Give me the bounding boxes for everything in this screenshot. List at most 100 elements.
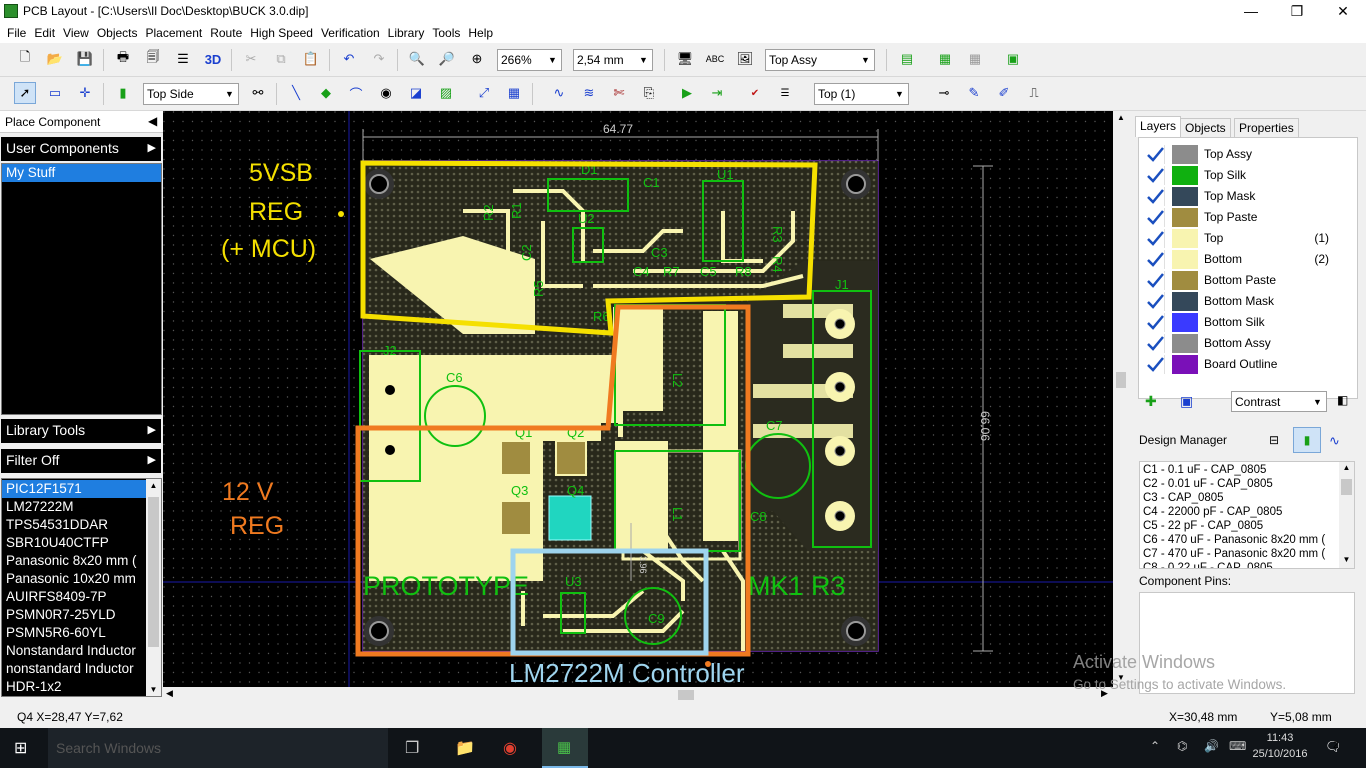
parts-scrollbar[interactable]: ▲ ▼ — [146, 479, 161, 696]
visibility-checkbox[interactable] — [1145, 229, 1165, 248]
list-item[interactable]: SBR10U40CTFP — [2, 534, 146, 552]
drc-check-icon[interactable]: ✔ — [744, 82, 766, 104]
layer-row[interactable]: Top Mask — [1141, 186, 1331, 207]
layer-row[interactable]: Top Paste — [1141, 207, 1331, 228]
layer-row[interactable]: Top Assy — [1141, 144, 1331, 165]
active-layer-select[interactable]: Top (1) ▼ — [814, 83, 909, 105]
menu-route[interactable]: Route — [206, 24, 246, 42]
smooth-icon[interactable]: ✐ — [993, 82, 1015, 104]
zoom-fit-icon[interactable]: ⊕ — [466, 48, 488, 70]
collapse-left-icon[interactable]: ◀ — [148, 114, 157, 128]
component-list-item[interactable]: C2 - 0.01 uF - CAP_0805 — [1143, 477, 1335, 491]
list-item[interactable]: PIC12F1571 — [2, 480, 146, 498]
layer-color-swatch[interactable] — [1172, 250, 1198, 269]
print-preview-icon[interactable]: 🗐 — [142, 48, 164, 70]
undo-icon[interactable]: ↶ — [338, 48, 360, 70]
menu-placement[interactable]: Placement — [142, 24, 207, 42]
scroll-down-icon[interactable]: ▼ — [146, 685, 161, 694]
layer-color-swatch[interactable] — [1172, 355, 1198, 374]
list-item[interactable]: HDR-1x2 — [2, 678, 146, 696]
list-item[interactable]: Panasonic 10x20 mm — [2, 570, 146, 588]
zoom-select[interactable]: 266% ▼ — [497, 49, 562, 71]
add-layer-icon[interactable]: ✚ — [1145, 393, 1157, 410]
menu-file[interactable]: File — [3, 24, 30, 42]
list-item[interactable]: PSMN5R6-60YL — [2, 624, 146, 642]
layer-color-swatch[interactable] — [1172, 229, 1198, 248]
component-list-item[interactable]: C3 - CAP_0805 — [1143, 491, 1335, 505]
list-item[interactable]: nonstandard Inductor — [2, 660, 146, 678]
visibility-checkbox[interactable] — [1145, 145, 1165, 164]
separate-icon[interactable]: ⊸ — [933, 82, 955, 104]
scroll-up-icon[interactable]: ▲ — [1339, 463, 1354, 472]
list-item[interactable]: TPS54531DDAR — [2, 516, 146, 534]
layer-color-swatch[interactable] — [1172, 313, 1198, 332]
zoom-in-icon[interactable]: 🔍 — [406, 48, 428, 70]
selected-q4[interactable] — [548, 495, 592, 541]
dm-traces-icon[interactable]: ∿ — [1329, 433, 1340, 449]
trace-icon[interactable]: ∿ — [548, 82, 570, 104]
image-icon[interactable]: 🖼 — [734, 48, 756, 70]
new-file-icon[interactable]: 🗋 — [14, 48, 36, 70]
scroll-up-icon[interactable]: ▲ — [1113, 113, 1129, 122]
visibility-checkbox[interactable] — [1145, 250, 1165, 269]
scroll-left-icon[interactable]: ◀ — [166, 688, 173, 699]
component-list-item[interactable]: C4 - 22000 pF - CAP_0805 — [1143, 505, 1335, 519]
drc-report-icon[interactable]: ☰ — [774, 82, 796, 104]
menu-verification[interactable]: Verification — [317, 24, 384, 42]
dm-components-icon[interactable]: ▮ — [1293, 427, 1321, 453]
list-item[interactable]: LM27222M — [2, 498, 146, 516]
layer-color-swatch[interactable] — [1172, 187, 1198, 206]
windows-start-icon[interactable]: ⊞ — [14, 738, 27, 758]
component-list-item[interactable]: C6 - 470 uF - Panasonic 8x20 mm ( — [1143, 533, 1335, 547]
menu-library[interactable]: Library — [384, 24, 429, 42]
dm-nets-icon[interactable]: ⊟ — [1269, 433, 1279, 447]
select-area-icon[interactable]: ▭ — [44, 82, 66, 104]
view-3d-button[interactable]: 3D — [202, 48, 224, 70]
category-list[interactable]: My Stuff — [1, 163, 162, 415]
layer-row[interactable]: Top (1) — [1141, 228, 1331, 249]
list-item[interactable]: Panasonic 8x20 mm ( — [2, 552, 146, 570]
network-icon[interactable]: ⌬ — [1177, 739, 1187, 753]
tab-layers[interactable]: Layers — [1135, 116, 1182, 137]
layer-row[interactable]: Bottom Assy — [1141, 333, 1331, 354]
via-icon[interactable]: ◆ — [315, 82, 337, 104]
chrome-icon[interactable]: ◉ — [503, 738, 517, 758]
save-icon[interactable]: 💾 — [74, 48, 96, 70]
zoom-out-icon[interactable]: 🔎 — [436, 48, 458, 70]
report-icon[interactable]: ☰ — [172, 48, 194, 70]
route-line-icon[interactable]: ╲ — [285, 82, 307, 104]
component-list-item[interactable]: C7 - 470 uF - Panasonic 8x20 mm ( — [1143, 547, 1335, 561]
scroll-thumb[interactable] — [148, 497, 159, 647]
list-item[interactable]: My Stuff — [2, 164, 161, 182]
view-layer-select[interactable]: Top Assy ▼ — [765, 49, 875, 71]
library-tools-button[interactable]: Library Tools ▶ — [1, 419, 161, 443]
list-item[interactable]: PSMN0R7-25YLD — [2, 606, 146, 624]
library-disabled-icon[interactable]: ▦ — [964, 48, 986, 70]
menu-help[interactable]: Help — [464, 24, 497, 42]
search-box[interactable]: Search Windows — [48, 728, 388, 768]
layer-color-swatch[interactable] — [1172, 208, 1198, 227]
menu-high-speed[interactable]: High Speed — [246, 24, 317, 42]
visibility-checkbox[interactable] — [1145, 166, 1165, 185]
library-icon[interactable]: ▦ — [934, 48, 956, 70]
component-list-item[interactable]: C5 - 22 pF - CAP_0805 — [1143, 519, 1335, 533]
layer-opacity-icon[interactable]: ◧ — [1337, 393, 1348, 407]
filter-button[interactable]: Filter Off ▶ — [1, 449, 161, 473]
open-folder-icon[interactable]: 📂 — [44, 48, 66, 70]
component-icon[interactable]: ▮ — [112, 82, 134, 104]
export-icon[interactable]: ⇥ — [706, 82, 728, 104]
crosshair-icon[interactable]: ✛ — [74, 82, 96, 104]
layer-row[interactable]: Bottom Paste — [1141, 270, 1331, 291]
restore-button[interactable]: ❐ — [1274, 0, 1320, 23]
table-icon[interactable]: ▦ — [503, 82, 525, 104]
file-explorer-icon[interactable]: 📁 — [455, 738, 475, 758]
waveform-icon[interactable]: ⎍ — [1023, 82, 1045, 104]
visibility-checkbox[interactable] — [1145, 271, 1165, 290]
copper-pour-icon[interactable]: ◪ — [405, 82, 427, 104]
component-list[interactable]: C1 - 0.1 uF - CAP_0805 C2 - 0.01 uF - CAP… — [1139, 461, 1355, 569]
layer-color-swatch[interactable] — [1172, 145, 1198, 164]
clock-time[interactable]: 11:43 — [1250, 732, 1310, 744]
minimize-button[interactable]: — — [1228, 0, 1274, 23]
list-item[interactable]: AUIRFS8409-7P — [2, 588, 146, 606]
component-scrollbar[interactable]: ▲ ▼ — [1339, 462, 1354, 568]
